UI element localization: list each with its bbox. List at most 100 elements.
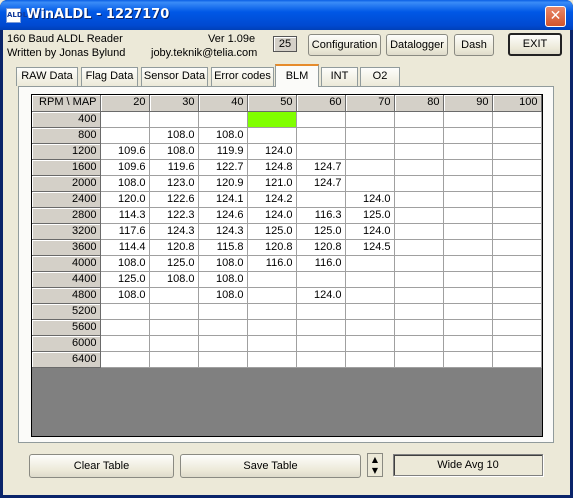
blm-cell[interactable]: 108.0 bbox=[149, 127, 199, 144]
blm-cell[interactable] bbox=[443, 239, 493, 256]
blm-cell[interactable] bbox=[443, 351, 493, 368]
blm-current-cell[interactable] bbox=[247, 111, 297, 128]
blm-cell[interactable] bbox=[345, 319, 395, 336]
blm-cell[interactable]: 125.0 bbox=[296, 223, 346, 240]
blm-cell[interactable] bbox=[100, 335, 150, 352]
blm-cell[interactable] bbox=[247, 287, 297, 304]
blm-cell[interactable] bbox=[198, 351, 248, 368]
blm-cell[interactable] bbox=[198, 319, 248, 336]
blm-cell[interactable] bbox=[394, 111, 444, 128]
blm-cell[interactable] bbox=[394, 335, 444, 352]
blm-cell[interactable] bbox=[492, 175, 542, 192]
blm-cell[interactable] bbox=[394, 287, 444, 304]
blm-cell[interactable]: 109.6 bbox=[100, 143, 150, 160]
average-spinner[interactable]: ▲ ▼ bbox=[367, 453, 383, 477]
blm-cell[interactable]: 120.9 bbox=[198, 175, 248, 192]
blm-cell[interactable] bbox=[345, 287, 395, 304]
blm-cell[interactable] bbox=[394, 319, 444, 336]
blm-cell[interactable]: 109.6 bbox=[100, 159, 150, 176]
blm-cell[interactable] bbox=[100, 127, 150, 144]
blm-cell[interactable] bbox=[394, 191, 444, 208]
blm-cell[interactable] bbox=[198, 111, 248, 128]
blm-cell[interactable] bbox=[345, 255, 395, 272]
blm-cell[interactable]: 119.9 bbox=[198, 143, 248, 160]
blm-cell[interactable] bbox=[296, 319, 346, 336]
blm-cell[interactable] bbox=[492, 303, 542, 320]
blm-cell[interactable] bbox=[492, 191, 542, 208]
blm-cell[interactable]: 108.0 bbox=[198, 127, 248, 144]
close-button[interactable]: ✕ bbox=[545, 6, 566, 27]
blm-cell[interactable]: 124.0 bbox=[345, 223, 395, 240]
blm-cell[interactable]: 122.7 bbox=[198, 159, 248, 176]
blm-cell[interactable]: 124.7 bbox=[296, 175, 346, 192]
tab-sensor-data[interactable]: Sensor Data bbox=[141, 67, 208, 86]
blm-cell[interactable]: 108.0 bbox=[100, 255, 150, 272]
blm-cell[interactable] bbox=[492, 207, 542, 224]
blm-cell[interactable] bbox=[345, 127, 395, 144]
blm-cell[interactable]: 108.0 bbox=[198, 287, 248, 304]
blm-cell[interactable]: 124.8 bbox=[247, 159, 297, 176]
blm-cell[interactable] bbox=[247, 127, 297, 144]
blm-cell[interactable]: 124.6 bbox=[198, 207, 248, 224]
blm-cell[interactable] bbox=[345, 335, 395, 352]
blm-cell[interactable] bbox=[394, 207, 444, 224]
blm-cell[interactable] bbox=[394, 127, 444, 144]
blm-cell[interactable] bbox=[492, 239, 542, 256]
blm-cell[interactable]: 124.5 bbox=[345, 239, 395, 256]
blm-cell[interactable] bbox=[345, 111, 395, 128]
blm-cell[interactable] bbox=[443, 271, 493, 288]
blm-cell[interactable] bbox=[492, 223, 542, 240]
blm-cell[interactable] bbox=[100, 351, 150, 368]
blm-cell[interactable] bbox=[296, 271, 346, 288]
tab-blm[interactable]: BLM bbox=[275, 64, 319, 87]
blm-cell[interactable]: 108.0 bbox=[198, 255, 248, 272]
blm-cell[interactable] bbox=[492, 143, 542, 160]
blm-cell[interactable]: 124.0 bbox=[247, 207, 297, 224]
blm-cell[interactable] bbox=[492, 335, 542, 352]
blm-cell[interactable]: 124.0 bbox=[345, 191, 395, 208]
dash-button[interactable]: Dash bbox=[454, 34, 494, 56]
blm-cell[interactable]: 117.6 bbox=[100, 223, 150, 240]
blm-cell[interactable] bbox=[247, 351, 297, 368]
blm-cell[interactable]: 124.3 bbox=[149, 223, 199, 240]
app-icon[interactable]: ALDL bbox=[6, 8, 27, 23]
blm-cell[interactable] bbox=[296, 335, 346, 352]
blm-cell[interactable] bbox=[394, 255, 444, 272]
blm-cell[interactable]: 122.3 bbox=[149, 207, 199, 224]
blm-cell[interactable] bbox=[296, 351, 346, 368]
blm-cell[interactable]: 125.0 bbox=[100, 271, 150, 288]
blm-cell[interactable] bbox=[394, 303, 444, 320]
blm-cell[interactable] bbox=[443, 255, 493, 272]
blm-cell[interactable]: 115.8 bbox=[198, 239, 248, 256]
blm-cell[interactable] bbox=[443, 319, 493, 336]
blm-cell[interactable]: 123.0 bbox=[149, 175, 199, 192]
tab-flag-data[interactable]: Flag Data bbox=[81, 67, 138, 86]
blm-cell[interactable] bbox=[345, 351, 395, 368]
blm-cell[interactable] bbox=[394, 239, 444, 256]
blm-cell[interactable] bbox=[394, 143, 444, 160]
blm-cell[interactable] bbox=[492, 271, 542, 288]
blm-cell[interactable] bbox=[492, 287, 542, 304]
blm-cell[interactable]: 114.3 bbox=[100, 207, 150, 224]
blm-cell[interactable] bbox=[296, 143, 346, 160]
blm-cell[interactable] bbox=[100, 319, 150, 336]
blm-cell[interactable] bbox=[394, 351, 444, 368]
blm-cell[interactable] bbox=[345, 271, 395, 288]
blm-cell[interactable] bbox=[296, 191, 346, 208]
blm-cell[interactable] bbox=[394, 271, 444, 288]
blm-grid[interactable]: RPM \ MAP 20 30 40 50 60 70 80 90 100 400 800 108.0 1… bbox=[31, 94, 543, 437]
blm-cell[interactable]: 114.4 bbox=[100, 239, 150, 256]
tab-o2[interactable]: O2 bbox=[360, 67, 400, 86]
blm-cell[interactable] bbox=[345, 303, 395, 320]
blm-cell[interactable]: 124.1 bbox=[198, 191, 248, 208]
blm-cell[interactable] bbox=[394, 175, 444, 192]
blm-cell[interactable] bbox=[394, 223, 444, 240]
blm-cell[interactable] bbox=[100, 303, 150, 320]
blm-cell[interactable]: 124.2 bbox=[247, 191, 297, 208]
blm-cell[interactable] bbox=[149, 335, 199, 352]
blm-cell[interactable] bbox=[492, 351, 542, 368]
blm-cell[interactable]: 124.3 bbox=[198, 223, 248, 240]
blm-cell[interactable]: 125.0 bbox=[345, 207, 395, 224]
blm-cell[interactable] bbox=[443, 223, 493, 240]
blm-cell[interactable]: 125.0 bbox=[149, 255, 199, 272]
